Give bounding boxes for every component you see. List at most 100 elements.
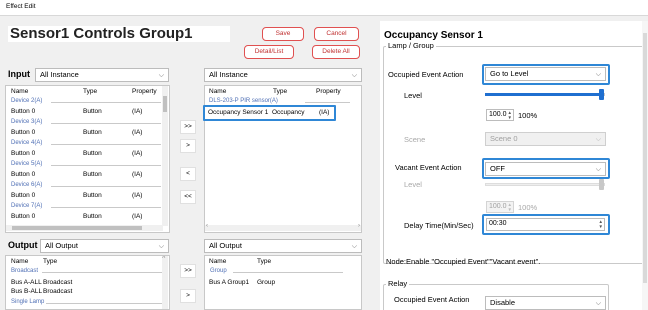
table-row[interactable]: Button 0 Button (IA) [6, 212, 169, 222]
vertical-scrollbar[interactable]: ˄ [162, 256, 168, 309]
add-button[interactable]: > [180, 139, 196, 153]
row-name: Button 0 [11, 171, 36, 178]
save-button[interactable]: Save [262, 27, 304, 41]
vacant-action-label: Vacant Event Action [395, 163, 462, 172]
spinner-icon[interactable]: ▲ ▼ [508, 110, 512, 120]
detail-list-button[interactable]: Detail/List [244, 45, 294, 59]
output-add-all-button[interactable]: >> [180, 264, 196, 278]
relay-action-select[interactable]: Disable ⌵ [485, 296, 606, 310]
output-list[interactable]: Name Type Broadcast Bus A-ALL Broadcast … [5, 255, 170, 310]
selected-input-filter-select[interactable]: All Instance ⌵ [204, 68, 362, 82]
note-text: Node:Enable "Occupied Event""Vacant even… [386, 257, 541, 266]
focus-highlight [482, 64, 610, 85]
column-header-name: Name [11, 258, 29, 265]
group-divider [305, 102, 350, 103]
scroll-thumb[interactable] [643, 33, 647, 283]
scroll-thumb[interactable] [163, 96, 167, 112]
row-type: Broadcast [43, 288, 73, 295]
horizontal-scrollbar[interactable] [6, 225, 163, 231]
column-header-property: Property [316, 88, 341, 95]
selected-table-row[interactable]: Bus A Group1 Group [205, 278, 361, 288]
occupied-action-label: Occupied Event Action [388, 70, 464, 79]
delete-all-button[interactable]: Delete All [312, 45, 360, 59]
row-type: Button [83, 150, 102, 157]
level-slider-handle[interactable] [599, 89, 604, 100]
group-divider [233, 272, 343, 273]
vacant-level-slider-track[interactable] [485, 183, 605, 186]
relay-action-label: Occupied Event Action [394, 295, 470, 304]
group-divider [51, 144, 161, 145]
device-group-label: Device 7(A) [11, 203, 43, 209]
chevron-down-icon: ⌵ [595, 300, 601, 307]
panel-vertical-scrollbar[interactable] [642, 21, 648, 310]
input-list[interactable]: Name Type Property Device 2(A) Button 0 … [5, 85, 170, 233]
add-all-button[interactable]: >> [180, 120, 196, 134]
row-name: Button 0 [11, 213, 36, 220]
horizontal-scrollbar[interactable]: ‹ › [205, 223, 361, 231]
level-number-value: 100.0 [489, 111, 507, 118]
remove-all-button[interactable]: << [180, 190, 196, 204]
column-header-name: Name [209, 258, 227, 265]
row-property: (IA) [132, 150, 143, 157]
level-label: Level [404, 91, 422, 100]
scene-select[interactable]: Scene 0 ⌵ [485, 132, 606, 146]
properties-panel: Occupancy Sensor 1 Lamp / Group Occupied… [380, 21, 648, 310]
row-property: (IA) [132, 108, 143, 115]
row-name: Button 0 [11, 108, 36, 115]
window-title-bar: Effect Edit [0, 0, 648, 16]
output-add-button[interactable]: > [180, 289, 196, 303]
row-type: Broadcast [43, 279, 73, 286]
table-row[interactable]: Button 0 Button (IA) [6, 149, 169, 159]
row-name: Bus B-ALL [11, 288, 43, 295]
scroll-left-icon[interactable]: ‹ [206, 223, 208, 229]
group-divider [51, 165, 161, 166]
output-filter-select[interactable]: All Output ⌵ [40, 239, 169, 253]
scroll-right-icon[interactable]: › [358, 223, 360, 229]
scene-label: Scene [404, 135, 426, 144]
cancel-button[interactable]: Cancel [314, 27, 359, 41]
output-group-label: Single Lamp [11, 299, 45, 305]
selected-output-list[interactable]: Name Type Group Bus A Group1 Group [204, 255, 362, 310]
table-row[interactable]: Button 0 Button (IA) [6, 107, 169, 117]
column-header-type: Type [83, 88, 98, 95]
row-name: Button 0 [11, 192, 36, 199]
output-group-label: Broadcast [11, 268, 39, 274]
spinner-icon[interactable]: ▲ ▼ [508, 202, 512, 212]
column-header-type: Type [273, 88, 288, 95]
table-row[interactable]: Bus B-ALL Broadcast [6, 287, 169, 297]
output-label: Output [8, 240, 38, 250]
effect-name-field[interactable]: Sensor1 Controls Group1 [8, 26, 230, 42]
input-filter-value: All Instance [40, 70, 79, 79]
row-property: (IA) [132, 192, 143, 199]
scroll-thumb[interactable] [12, 226, 142, 230]
row-property: (IA) [132, 129, 143, 136]
row-type: Button [83, 213, 102, 220]
group-divider [51, 123, 161, 124]
level-number-input[interactable]: 100.0 ▲ ▼ [486, 109, 514, 121]
vacant-level-label: Level [404, 180, 422, 189]
remove-button[interactable]: < [180, 167, 196, 181]
vacant-level-percent: 100% [518, 203, 538, 212]
table-row[interactable]: Button 0 Button (IA) [6, 128, 169, 138]
group-divider [51, 186, 161, 187]
vacant-level-number-input[interactable]: 100.0 ▲ ▼ [486, 201, 514, 213]
column-header-type: Type [43, 258, 58, 265]
column-header-property: Property [132, 88, 157, 95]
table-row[interactable]: Button 0 Button (IA) [6, 170, 169, 180]
focus-highlight [482, 214, 610, 235]
device-group-label: Device 6(A) [11, 182, 43, 188]
vacant-level-slider-handle[interactable] [599, 179, 604, 190]
group-divider [51, 102, 161, 103]
selected-output-filter-select[interactable]: All Output ⌵ [204, 239, 362, 253]
column-header-name: Name [11, 88, 29, 95]
input-filter-select[interactable]: All Instance ⌵ [35, 68, 169, 82]
scroll-up-icon[interactable]: ˄ [162, 256, 166, 261]
selected-input-filter-value: All Instance [209, 70, 248, 79]
vertical-scrollbar[interactable] [162, 86, 168, 226]
table-row[interactable]: Button 0 Button (IA) [6, 191, 169, 201]
relay-action-value: Disable [490, 298, 516, 307]
relay-legend: Relay [386, 279, 410, 288]
level-slider-fill [485, 93, 602, 96]
column-header-type: Type [257, 258, 272, 265]
chevron-down-icon: ⌵ [351, 72, 357, 79]
